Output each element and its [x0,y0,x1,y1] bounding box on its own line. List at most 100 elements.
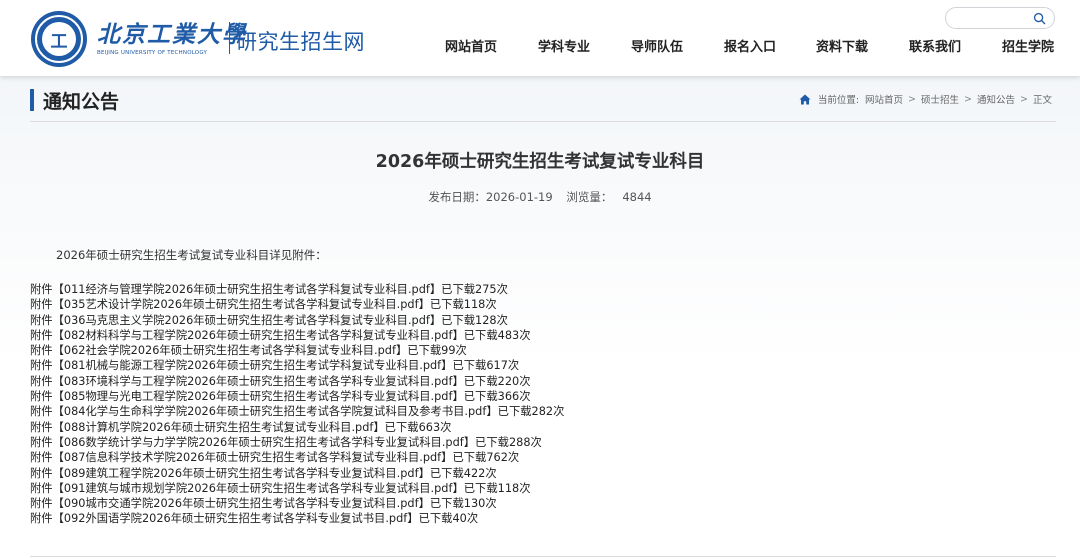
attachment-download-count: 】已下载275次 [429,283,508,296]
attachment-link[interactable]: 086数学统计学与力学学院2026年硕士研究生招生考试各学科专业复试科目.pdf [64,436,464,449]
attachment-prefix: 附件【 [30,344,64,358]
attachment-item: 附件【035艺术设计学院2026年硕士研究生招生考试各学科复试专业科目.pdf】… [30,297,1050,312]
article-intro: 2026年硕士研究生招生考试复试专业科目详见附件： [56,248,327,262]
attachment-prefix: 附件【 [30,466,64,480]
attachment-item: 附件【088计算机学院2026年硕士研究生招生考试复试专业科目.pdf】已下载6… [30,420,1050,435]
attachment-link[interactable]: 082材料科学与工程学院2026年硕士研究生招生考试各学科复试专业科目.pdf [64,329,453,342]
attachment-link[interactable]: 083环境科学与工程学院2026年硕士研究生招生考试各学科专业复试科目.pdf [64,375,453,388]
attachment-download-count: 】已下载220次 [452,374,531,388]
attachment-list: 附件【011经济与管理学院2026年硕士研究生招生考试各学科复试专业科目.pdf… [30,282,1050,527]
nav-item-disciplines[interactable]: 学科专业 [538,38,590,58]
attachment-download-count: 】已下载40次 [407,512,479,526]
home-icon[interactable] [799,94,811,105]
nav-item-colleges[interactable]: 招生学院 [1002,38,1054,58]
attachment-link[interactable]: 011经济与管理学院2026年硕士研究生招生考试各学科复试专业科目.pdf [64,283,430,296]
publish-label: 发布日期： [428,190,486,204]
attachment-prefix: 附件【 [30,283,64,296]
article-title: 2026年硕士研究生招生考试复试专业科目 [375,152,705,172]
attachment-link[interactable]: 035艺术设计学院2026年硕士研究生招生考试各学科复试专业科目.pdf [64,298,419,311]
site-header: 工 北京工業大學 BEIJING UNIVERSITY OF TECHNOLOG… [0,0,1080,76]
attachment-prefix: 附件【 [30,481,64,495]
attachment-link[interactable]: 089建筑工程学院2026年硕士研究生招生考试各学科专业复试科目.pdf [64,467,419,480]
breadcrumb-separator: > [908,93,917,105]
attachment-download-count: 】已下载282次 [486,405,565,419]
attachment-link[interactable]: 084化学与生命科学学院2026年硕士研究生招生考试各学院复试科目及参考书目.p… [64,405,486,418]
attachment-link[interactable]: 085物理与光电工程学院2026年硕士研究生招生考试各学科专业复试科目.pdf [64,390,453,403]
section-divider [30,121,1056,122]
breadcrumb-item-home[interactable]: 网站首页 [865,92,903,106]
attachment-download-count: 】已下载118次 [418,298,497,312]
attachment-prefix: 附件【 [30,405,64,419]
attachment-item: 附件【092外国语学院2026年硕士研究生招生考试各学科专业复试书目.pdf】已… [30,511,1050,526]
nav-item-home[interactable]: 网站首页 [445,38,497,58]
attachment-item: 附件【011经济与管理学院2026年硕士研究生招生考试各学科复试专业科目.pdf… [30,282,1050,297]
attachment-prefix: 附件【 [30,313,64,327]
attachment-prefix: 附件【 [30,298,64,312]
attachment-prefix: 附件【 [30,420,64,434]
attachment-link[interactable]: 087信息科学技术学院2026年硕士研究生招生考试各学科复试专业科目.pdf [64,451,441,464]
attachment-item: 附件【036马克思主义学院2026年硕士研究生招生考试各学科复试专业科目.pdf… [30,313,1050,328]
attachment-item: 附件【081机械与能源工程学院2026年硕士研究生招生考试学科复试专业科目.pd… [30,358,1050,373]
nav-item-contact[interactable]: 联系我们 [909,38,961,58]
breadcrumb-separator: > [964,93,972,105]
attachment-download-count: 】已下载422次 [418,466,497,480]
search-input[interactable] [954,10,1032,26]
attachment-prefix: 附件【 [30,497,64,511]
attachment-prefix: 附件【 [30,512,64,526]
attachment-item: 附件【085物理与光电工程学院2026年硕士研究生招生考试各学科专业复试科目.p… [30,389,1050,404]
attachment-prefix: 附件【 [30,451,64,465]
attachment-item: 附件【087信息科学技术学院2026年硕士研究生招生考试各学科复试专业科目.pd… [30,450,1050,465]
attachment-download-count: 】已下载118次 [452,481,531,495]
article-meta: 发布日期：2026-01-19 浏览量： 4844 [0,189,1080,205]
attachment-prefix: 附件【 [30,359,64,373]
attachment-item: 附件【091建筑与城市规划学院2026年硕士研究生招生考试各学科专业复试科目.p… [30,481,1050,496]
breadcrumb-item-masters[interactable]: 硕士招生 [921,92,959,106]
attachment-item: 附件【062社会学院2026年硕士研究生招生考试各学科复试专业科目.pdf】已下… [30,343,1050,358]
attachment-prefix: 附件【 [30,374,64,388]
nav-item-supervisors[interactable]: 导师队伍 [631,38,683,58]
attachment-link[interactable]: 090城市交通学院2026年硕士研究生招生考试各学科专业复试科目.pdf [64,497,419,510]
nav-item-downloads[interactable]: 资料下载 [816,38,868,58]
attachment-download-count: 】已下载762次 [441,451,520,465]
attachment-item: 附件【084化学与生命科学学院2026年硕士研究生招生考试各学院复试科目及参考书… [30,404,1050,419]
section-title-accent [30,89,34,111]
attachment-download-count: 】已下载663次 [373,420,452,434]
attachment-download-count: 】已下载130次 [418,497,497,511]
attachment-item: 附件【086数学统计学与力学学院2026年硕士研究生招生考试各学科专业复试科目.… [30,435,1050,450]
breadcrumb-item-current: 正文 [1032,95,1052,106]
breadcrumb: 当前位置: 网站首页 > 硕士招生 > 通知公告 > 正文 [799,92,1052,106]
attachment-link[interactable]: 088计算机学院2026年硕士研究生招生考试复试专业科目.pdf [64,421,373,434]
attachment-item: 附件【083环境科学与工程学院2026年硕士研究生招生考试各学科专业复试科目.p… [30,374,1050,389]
breadcrumb-separator: > [1020,93,1028,105]
attachment-link[interactable]: 081机械与能源工程学院2026年硕士研究生招生考试学科复试专业科目.pdf [64,359,441,372]
attachment-link[interactable]: 091建筑与城市规划学院2026年硕士研究生招生考试各学科专业复试科目.pdf [64,482,453,495]
attachment-item: 附件【089建筑工程学院2026年硕士研究生招生考试各学科专业复试科目.pdf】… [30,466,1050,481]
attachment-download-count: 】已下载99次 [395,344,467,358]
breadcrumb-prefix: 当前位置: [817,95,860,106]
attachment-prefix: 附件【 [30,435,64,449]
attachment-download-count: 】已下载617次 [441,359,520,373]
publish-date-value: 2026-01-19 [485,190,553,204]
attachment-prefix: 附件【 [30,390,64,404]
attachment-download-count: 】已下载128次 [429,313,508,327]
nav-item-registration[interactable]: 报名入口 [724,38,776,58]
breadcrumb-item-notices[interactable]: 通知公告 [977,92,1015,106]
publish-date: 发布日期：2026-01-19 [428,190,552,204]
bottom-divider [30,556,1056,557]
view-count: 浏览量： 4844 [566,190,651,204]
attachment-item: 附件【090城市交通学院2026年硕士研究生招生考试各学科专业复试科目.pdf】… [30,496,1050,511]
attachment-download-count: 】已下载288次 [463,435,542,449]
search-icon[interactable] [1033,12,1046,25]
attachment-link[interactable]: 092外国语学院2026年硕士研究生招生考试各学科专业复试书目.pdf [64,512,407,525]
search-box[interactable] [945,7,1055,29]
views-label: 浏览量： [566,190,613,204]
main-nav: 网站首页 学科专业 导师队伍 报名入口 资料下载 联系我们 招生学院 [0,38,1080,58]
attachment-download-count: 】已下载366次 [452,390,531,404]
attachment-link[interactable]: 036马克思主义学院2026年硕士研究生招生考试各学科复试专业科目.pdf [64,314,430,327]
attachment-link[interactable]: 062社会学院2026年硕士研究生招生考试各学科复试专业科目.pdf [64,344,396,357]
views-value: 4844 [622,190,652,204]
attachment-download-count: 】已下载483次 [452,328,531,342]
section-title: 通知公告 [43,91,120,113]
attachment-item: 附件【082材料科学与工程学院2026年硕士研究生招生考试各学科复试专业科目.p… [30,328,1050,343]
attachment-prefix: 附件【 [30,328,64,342]
